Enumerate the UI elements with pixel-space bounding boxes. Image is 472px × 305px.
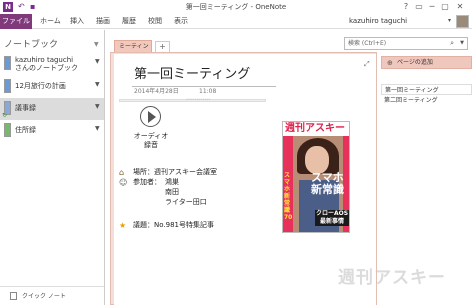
magazine-headline: スマホ新常識 — [311, 171, 344, 196]
tab-insert[interactable]: 挿入 — [66, 14, 88, 29]
add-section-button[interactable]: + — [155, 41, 170, 52]
page-title[interactable]: 第一回ミーティング — [134, 66, 250, 84]
close-button[interactable]: ✕ — [454, 1, 466, 13]
notebook-icon — [4, 56, 11, 70]
expand-icon[interactable]: ⤢ — [364, 60, 370, 69]
maximize-button[interactable]: ▢ — [439, 1, 451, 13]
chevron-down-icon[interactable]: ▼ — [95, 125, 100, 132]
chevron-down-icon[interactable]: ▼ — [95, 103, 100, 110]
search-placeholder: 検索 (Ctrl+E) — [348, 40, 387, 47]
tab-file[interactable]: ファイル — [0, 14, 32, 29]
note-place[interactable]: 場所：週刊アスキー会議室 — [133, 168, 217, 177]
add-page-button[interactable]: ⊕ ページの追加 — [381, 56, 472, 69]
chevron-down-icon[interactable]: ▾ — [448, 17, 451, 24]
quick-notes-label: クイック ノート — [22, 293, 66, 300]
note-agenda[interactable]: 議題：No.981号特集記事 — [133, 221, 214, 230]
note-attendee[interactable]: ライター田口 — [165, 198, 207, 207]
watermark: 週刊アスキー — [338, 268, 446, 288]
chevron-down-icon[interactable]: ▼ — [95, 58, 100, 65]
notebook-label: 議事録 — [15, 104, 36, 112]
plus-icon: ⊕ — [387, 59, 393, 67]
notebooks-header[interactable]: ノートブック — [0, 38, 104, 52]
title-underline — [132, 86, 276, 87]
help-icon[interactable]: ? — [400, 1, 412, 13]
notebook-label: 住所録 — [15, 126, 36, 134]
quick-notes-icon — [10, 292, 17, 300]
home-tag-icon: ⌂ — [119, 168, 125, 177]
person-tag-icon: ☺ — [119, 178, 128, 187]
quick-notes[interactable]: クイック ノート — [0, 286, 104, 305]
tab-review[interactable]: 校閲 — [144, 14, 166, 29]
title-bar: N ↶ ▪ 第一回ミーティング - OneNote ? ▭ ─ ▢ ✕ — [0, 0, 472, 14]
chevron-down-icon[interactable]: ▼ — [95, 81, 100, 88]
ribbon-display-icon[interactable]: ▭ — [413, 1, 425, 13]
search-input[interactable]: 検索 (Ctrl+E) ⌕ ▼ — [344, 37, 468, 50]
page-time: 11:08 — [199, 88, 217, 95]
star-tag-icon: ★ — [119, 221, 127, 230]
magazine-side-text: スマホ新常識70 — [284, 172, 293, 221]
notebook-label: 12月旅行の計画 — [15, 82, 66, 90]
pin-icon[interactable]: ▼ — [94, 41, 99, 48]
notebook-item-addresses[interactable]: 住所録 ▼ — [0, 120, 104, 142]
page-list-item[interactable]: 第一回ミーティング — [381, 84, 472, 95]
magazine-cover-image[interactable]: 週刊アスキー スマホ新常識70 スマホ新常識 クローAOS最新事情 — [282, 121, 350, 233]
notebook-icon — [4, 123, 11, 137]
page-list-item[interactable]: 第二回ミーティング — [381, 95, 472, 106]
sync-icon: ↻ — [2, 112, 8, 119]
audio-recording-label[interactable]: オーディオ 録音 — [128, 132, 174, 150]
notebook-item-travel[interactable]: 12月旅行の計画 ▼ — [0, 76, 104, 98]
notebook-item-minutes[interactable]: 議事録 ▼ — [0, 98, 104, 120]
tab-history[interactable]: 履歴 — [118, 14, 140, 29]
magazine-photo-face — [305, 146, 329, 174]
note-attendees-label[interactable]: 参加者： — [133, 178, 161, 187]
tab-home[interactable]: ホーム — [36, 14, 65, 29]
magazine-masthead: 週刊アスキー — [285, 123, 345, 134]
notebook-label: kazuhiro taguchi さんのノートブック — [15, 56, 78, 72]
audio-play-icon[interactable] — [140, 106, 161, 127]
search-icon[interactable]: ⌕ — [450, 39, 454, 48]
drag-handle-icon[interactable]: ⋯⋯⋯⋯ — [186, 97, 210, 103]
chevron-down-icon[interactable]: ▼ — [460, 40, 464, 46]
add-page-label: ページの追加 — [397, 59, 433, 66]
minimize-button[interactable]: ─ — [426, 1, 438, 13]
note-attendee[interactable]: 南田 — [165, 188, 179, 197]
tab-view[interactable]: 表示 — [170, 14, 192, 29]
ribbon-tabs: ファイル ホーム 挿入 描画 履歴 校閲 表示 kazuhiro taguchi… — [0, 14, 472, 29]
page-date: 2014年4月28日 — [134, 88, 179, 95]
note-attendee[interactable]: 鴻巣 — [165, 178, 179, 187]
avatar[interactable] — [456, 15, 469, 28]
pane-divider[interactable] — [104, 30, 105, 305]
tab-draw[interactable]: 描画 — [92, 14, 114, 29]
magazine-masthead-area: 週刊アスキー — [283, 122, 349, 136]
magazine-feature: クローAOS最新事情 — [315, 210, 349, 226]
user-name[interactable]: kazuhiro taguchi — [349, 16, 407, 27]
tab-meeting-section[interactable]: ミーティング — [114, 40, 152, 61]
notebook-icon — [4, 79, 11, 93]
notebook-item-personal[interactable]: kazuhiro taguchi さんのノートブック ▼ — [0, 53, 104, 75]
